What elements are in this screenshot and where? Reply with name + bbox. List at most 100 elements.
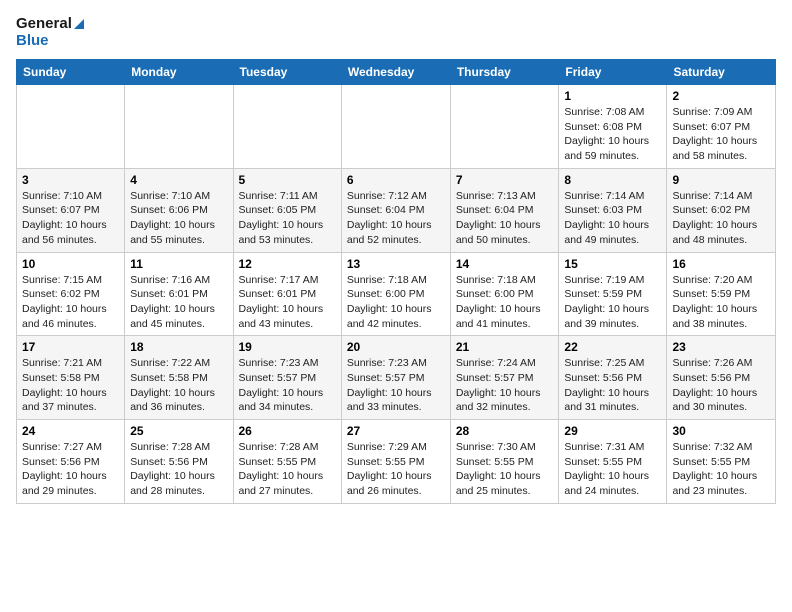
- day-number: 28: [456, 424, 554, 438]
- calendar-day-4: 4 Sunrise: 7:10 AM Sunset: 6:06 PM Dayli…: [125, 168, 233, 252]
- day-info: Sunrise: 7:14 AM Sunset: 6:03 PM Dayligh…: [564, 189, 661, 248]
- empty-cell: [233, 85, 341, 169]
- calendar-week-5: 24 Sunrise: 7:27 AM Sunset: 5:56 PM Dayl…: [17, 420, 776, 504]
- day-info: Sunrise: 7:09 AM Sunset: 6:07 PM Dayligh…: [672, 105, 770, 164]
- day-number: 10: [22, 257, 119, 271]
- day-number: 19: [239, 340, 336, 354]
- calendar-day-23: 23 Sunrise: 7:26 AM Sunset: 5:56 PM Dayl…: [667, 336, 776, 420]
- day-number: 21: [456, 340, 554, 354]
- calendar-day-3: 3 Sunrise: 7:10 AM Sunset: 6:07 PM Dayli…: [17, 168, 125, 252]
- calendar-day-21: 21 Sunrise: 7:24 AM Sunset: 5:57 PM Dayl…: [450, 336, 559, 420]
- day-info: Sunrise: 7:19 AM Sunset: 5:59 PM Dayligh…: [564, 273, 661, 332]
- day-info: Sunrise: 7:25 AM Sunset: 5:56 PM Dayligh…: [564, 356, 661, 415]
- calendar-day-12: 12 Sunrise: 7:17 AM Sunset: 6:01 PM Dayl…: [233, 252, 341, 336]
- calendar-day-15: 15 Sunrise: 7:19 AM Sunset: 5:59 PM Dayl…: [559, 252, 667, 336]
- day-number: 4: [130, 173, 227, 187]
- day-number: 1: [564, 89, 661, 103]
- day-number: 30: [672, 424, 770, 438]
- calendar-day-30: 30 Sunrise: 7:32 AM Sunset: 5:55 PM Dayl…: [667, 420, 776, 504]
- calendar-day-8: 8 Sunrise: 7:14 AM Sunset: 6:03 PM Dayli…: [559, 168, 667, 252]
- calendar-day-24: 24 Sunrise: 7:27 AM Sunset: 5:56 PM Dayl…: [17, 420, 125, 504]
- calendar-day-27: 27 Sunrise: 7:29 AM Sunset: 5:55 PM Dayl…: [341, 420, 450, 504]
- day-number: 5: [239, 173, 336, 187]
- day-info: Sunrise: 7:29 AM Sunset: 5:55 PM Dayligh…: [347, 440, 445, 499]
- logo: General Blue: [16, 16, 84, 49]
- weekday-header-tuesday: Tuesday: [233, 60, 341, 85]
- day-info: Sunrise: 7:32 AM Sunset: 5:55 PM Dayligh…: [672, 440, 770, 499]
- calendar-day-9: 9 Sunrise: 7:14 AM Sunset: 6:02 PM Dayli…: [667, 168, 776, 252]
- day-info: Sunrise: 7:23 AM Sunset: 5:57 PM Dayligh…: [239, 356, 336, 415]
- day-info: Sunrise: 7:20 AM Sunset: 5:59 PM Dayligh…: [672, 273, 770, 332]
- calendar-day-5: 5 Sunrise: 7:11 AM Sunset: 6:05 PM Dayli…: [233, 168, 341, 252]
- calendar-day-11: 11 Sunrise: 7:16 AM Sunset: 6:01 PM Dayl…: [125, 252, 233, 336]
- day-info: Sunrise: 7:21 AM Sunset: 5:58 PM Dayligh…: [22, 356, 119, 415]
- calendar-day-26: 26 Sunrise: 7:28 AM Sunset: 5:55 PM Dayl…: [233, 420, 341, 504]
- calendar-day-6: 6 Sunrise: 7:12 AM Sunset: 6:04 PM Dayli…: [341, 168, 450, 252]
- day-number: 7: [456, 173, 554, 187]
- day-info: Sunrise: 7:10 AM Sunset: 6:07 PM Dayligh…: [22, 189, 119, 248]
- weekday-header-friday: Friday: [559, 60, 667, 85]
- calendar-day-1: 1 Sunrise: 7:08 AM Sunset: 6:08 PM Dayli…: [559, 85, 667, 169]
- day-info: Sunrise: 7:18 AM Sunset: 6:00 PM Dayligh…: [347, 273, 445, 332]
- weekday-header-wednesday: Wednesday: [341, 60, 450, 85]
- empty-cell: [450, 85, 559, 169]
- day-number: 8: [564, 173, 661, 187]
- day-info: Sunrise: 7:31 AM Sunset: 5:55 PM Dayligh…: [564, 440, 661, 499]
- day-info: Sunrise: 7:14 AM Sunset: 6:02 PM Dayligh…: [672, 189, 770, 248]
- day-number: 15: [564, 257, 661, 271]
- day-info: Sunrise: 7:08 AM Sunset: 6:08 PM Dayligh…: [564, 105, 661, 164]
- weekday-header-saturday: Saturday: [667, 60, 776, 85]
- weekday-header-row: SundayMondayTuesdayWednesdayThursdayFrid…: [17, 60, 776, 85]
- day-number: 23: [672, 340, 770, 354]
- day-number: 22: [564, 340, 661, 354]
- calendar-day-18: 18 Sunrise: 7:22 AM Sunset: 5:58 PM Dayl…: [125, 336, 233, 420]
- calendar-day-2: 2 Sunrise: 7:09 AM Sunset: 6:07 PM Dayli…: [667, 85, 776, 169]
- day-number: 16: [672, 257, 770, 271]
- day-info: Sunrise: 7:26 AM Sunset: 5:56 PM Dayligh…: [672, 356, 770, 415]
- day-info: Sunrise: 7:12 AM Sunset: 6:04 PM Dayligh…: [347, 189, 445, 248]
- logo-text: General Blue: [16, 16, 84, 49]
- day-number: 25: [130, 424, 227, 438]
- day-number: 24: [22, 424, 119, 438]
- empty-cell: [125, 85, 233, 169]
- calendar-table: SundayMondayTuesdayWednesdayThursdayFrid…: [16, 59, 776, 504]
- calendar-week-4: 17 Sunrise: 7:21 AM Sunset: 5:58 PM Dayl…: [17, 336, 776, 420]
- calendar-day-29: 29 Sunrise: 7:31 AM Sunset: 5:55 PM Dayl…: [559, 420, 667, 504]
- day-number: 17: [22, 340, 119, 354]
- day-info: Sunrise: 7:30 AM Sunset: 5:55 PM Dayligh…: [456, 440, 554, 499]
- calendar-day-14: 14 Sunrise: 7:18 AM Sunset: 6:00 PM Dayl…: [450, 252, 559, 336]
- day-number: 13: [347, 257, 445, 271]
- day-number: 6: [347, 173, 445, 187]
- day-info: Sunrise: 7:28 AM Sunset: 5:55 PM Dayligh…: [239, 440, 336, 499]
- day-number: 9: [672, 173, 770, 187]
- calendar-week-1: 1 Sunrise: 7:08 AM Sunset: 6:08 PM Dayli…: [17, 85, 776, 169]
- day-info: Sunrise: 7:15 AM Sunset: 6:02 PM Dayligh…: [22, 273, 119, 332]
- day-number: 2: [672, 89, 770, 103]
- day-info: Sunrise: 7:28 AM Sunset: 5:56 PM Dayligh…: [130, 440, 227, 499]
- day-number: 20: [347, 340, 445, 354]
- calendar-week-3: 10 Sunrise: 7:15 AM Sunset: 6:02 PM Dayl…: [17, 252, 776, 336]
- day-info: Sunrise: 7:18 AM Sunset: 6:00 PM Dayligh…: [456, 273, 554, 332]
- calendar-day-10: 10 Sunrise: 7:15 AM Sunset: 6:02 PM Dayl…: [17, 252, 125, 336]
- day-number: 29: [564, 424, 661, 438]
- day-number: 14: [456, 257, 554, 271]
- day-info: Sunrise: 7:11 AM Sunset: 6:05 PM Dayligh…: [239, 189, 336, 248]
- calendar-day-16: 16 Sunrise: 7:20 AM Sunset: 5:59 PM Dayl…: [667, 252, 776, 336]
- day-info: Sunrise: 7:13 AM Sunset: 6:04 PM Dayligh…: [456, 189, 554, 248]
- calendar-day-7: 7 Sunrise: 7:13 AM Sunset: 6:04 PM Dayli…: [450, 168, 559, 252]
- day-info: Sunrise: 7:17 AM Sunset: 6:01 PM Dayligh…: [239, 273, 336, 332]
- calendar-day-22: 22 Sunrise: 7:25 AM Sunset: 5:56 PM Dayl…: [559, 336, 667, 420]
- day-info: Sunrise: 7:23 AM Sunset: 5:57 PM Dayligh…: [347, 356, 445, 415]
- day-info: Sunrise: 7:10 AM Sunset: 6:06 PM Dayligh…: [130, 189, 227, 248]
- empty-cell: [17, 85, 125, 169]
- day-info: Sunrise: 7:22 AM Sunset: 5:58 PM Dayligh…: [130, 356, 227, 415]
- calendar-day-28: 28 Sunrise: 7:30 AM Sunset: 5:55 PM Dayl…: [450, 420, 559, 504]
- calendar-week-2: 3 Sunrise: 7:10 AM Sunset: 6:07 PM Dayli…: [17, 168, 776, 252]
- weekday-header-monday: Monday: [125, 60, 233, 85]
- day-info: Sunrise: 7:24 AM Sunset: 5:57 PM Dayligh…: [456, 356, 554, 415]
- day-number: 3: [22, 173, 119, 187]
- calendar-day-13: 13 Sunrise: 7:18 AM Sunset: 6:00 PM Dayl…: [341, 252, 450, 336]
- day-number: 26: [239, 424, 336, 438]
- day-number: 12: [239, 257, 336, 271]
- day-info: Sunrise: 7:27 AM Sunset: 5:56 PM Dayligh…: [22, 440, 119, 499]
